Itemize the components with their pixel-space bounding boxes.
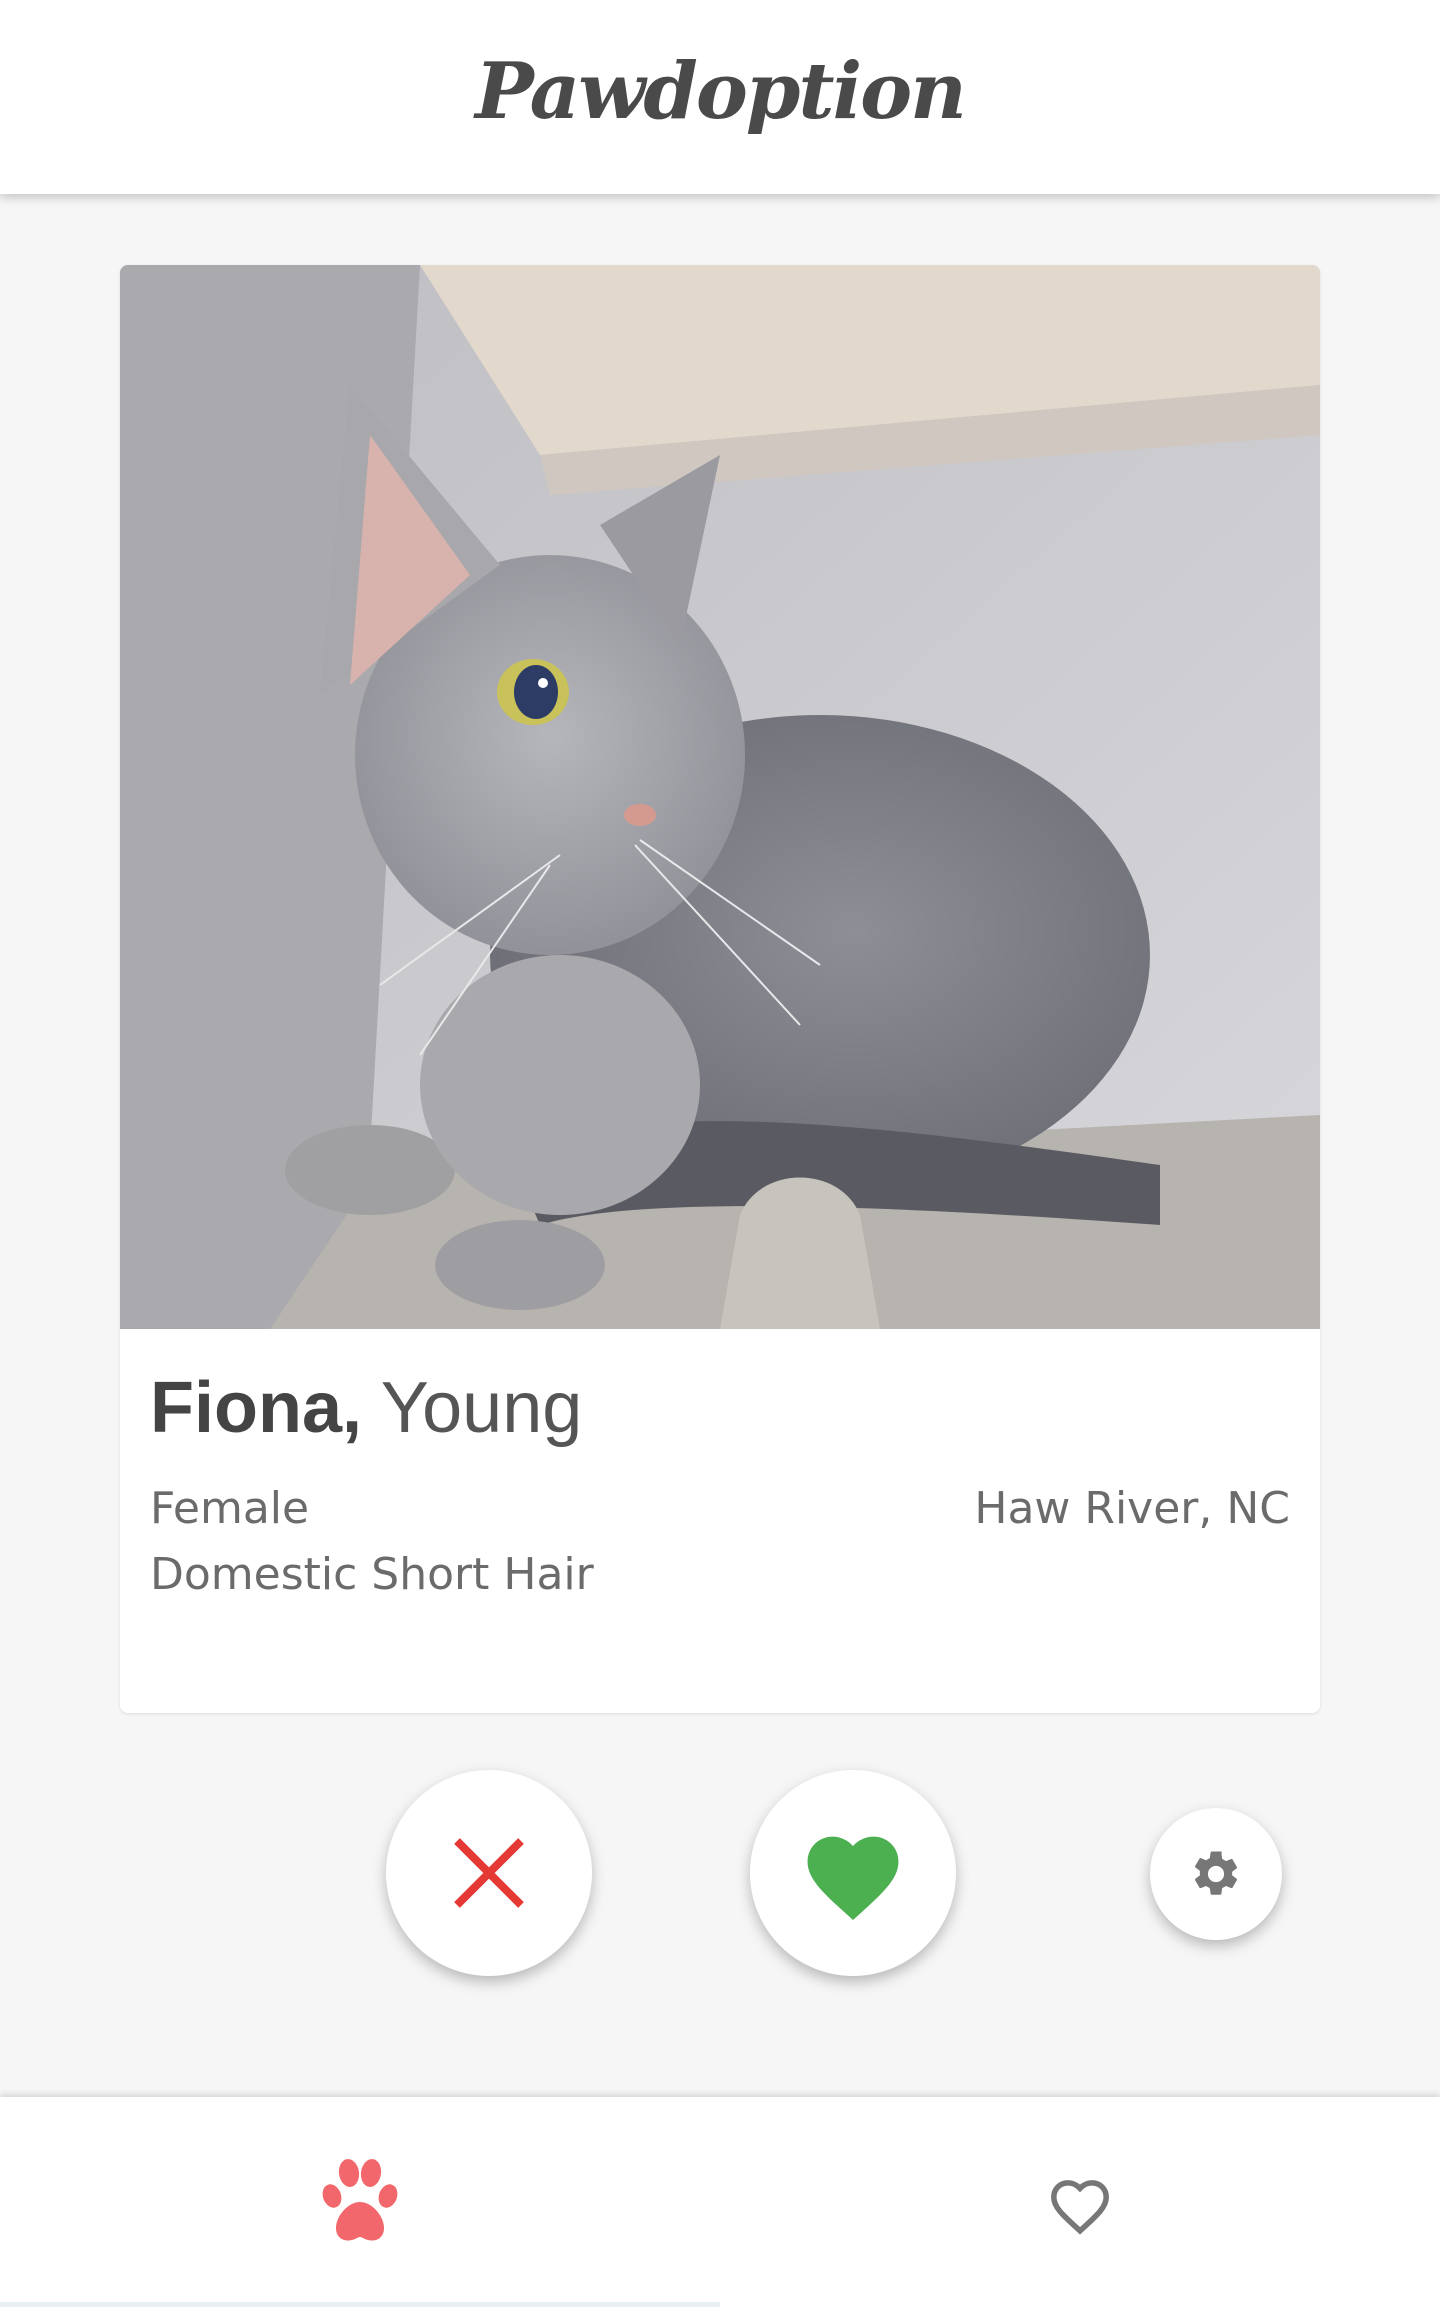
active-tab-indicator <box>0 2302 720 2307</box>
nav-browse-tab[interactable] <box>0 2097 720 2307</box>
paw-icon <box>322 2159 398 2241</box>
pet-card[interactable]: Fiona, Young Female Domestic Short Hair … <box>120 265 1320 1713</box>
pet-name-age: Fiona, Young <box>150 1367 582 1449</box>
pet-breed: Domestic Short Hair <box>150 1549 594 1600</box>
heart-icon <box>807 1836 899 1921</box>
pet-gender: Female <box>150 1483 310 1534</box>
nav-favorites-tab[interactable] <box>720 2097 1440 2307</box>
like-button[interactable] <box>750 1770 956 1976</box>
pet-location: Haw River, NC <box>974 1483 1290 1534</box>
app-logo: Pawdoption <box>475 46 967 137</box>
pass-button[interactable] <box>386 1770 592 1976</box>
pet-photo <box>120 265 1320 1329</box>
app-header: Pawdoption <box>0 0 1440 194</box>
settings-button[interactable] <box>1150 1808 1282 1940</box>
bottom-nav <box>0 2097 1440 2307</box>
pet-name: Fiona, <box>150 1368 362 1448</box>
gear-icon <box>1194 1851 1238 1895</box>
close-icon <box>454 1838 524 1908</box>
pet-age: Young <box>380 1368 583 1448</box>
heart-outline-icon <box>1051 2180 1109 2235</box>
